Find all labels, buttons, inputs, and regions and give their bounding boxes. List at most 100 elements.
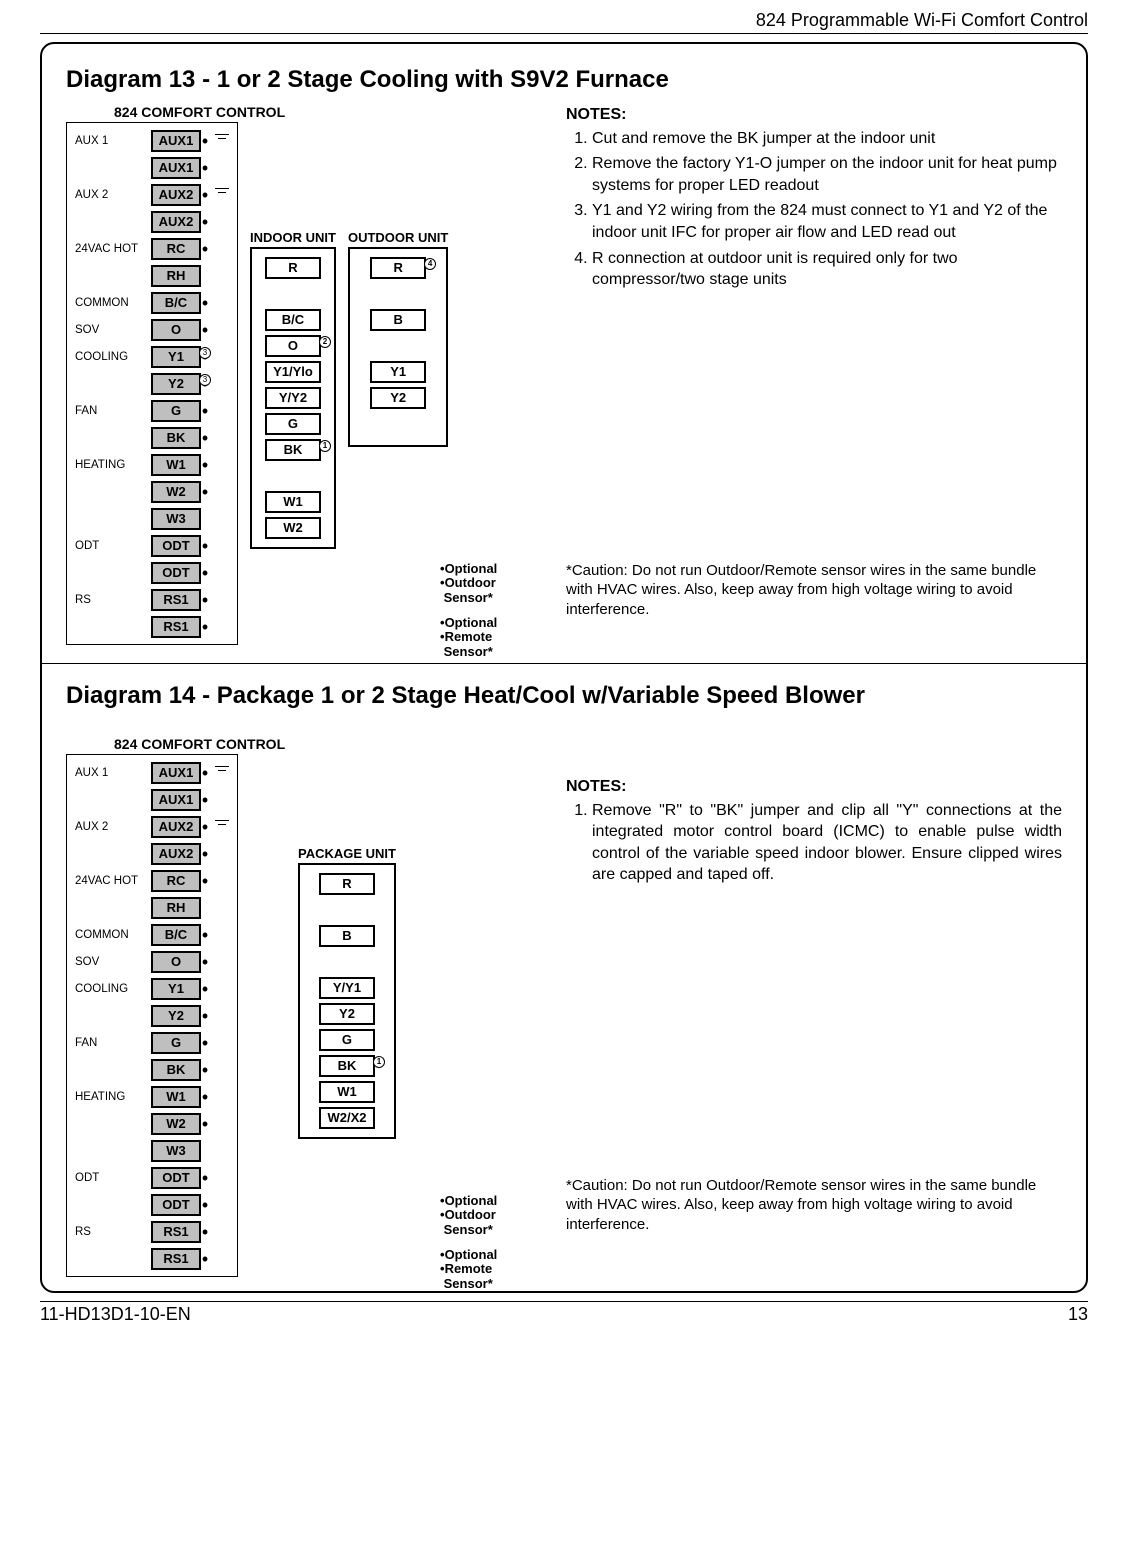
terminal: O bbox=[151, 319, 201, 341]
note-item: R connection at outdoor unit is required… bbox=[592, 248, 1062, 291]
terminal: G bbox=[151, 400, 201, 422]
terminal: ODT bbox=[151, 1167, 201, 1189]
terminal: AUX1 bbox=[151, 157, 201, 179]
d13-opt-outdoor: •Optional •Outdoor Sensor* bbox=[440, 562, 497, 605]
terminal: O2 bbox=[265, 335, 321, 357]
terminal: W1 bbox=[151, 454, 201, 476]
d14-pkg-box: R B Y/Y1 Y2 G BK1 W1 W2/X2 bbox=[298, 863, 396, 1139]
terminal: Y1 bbox=[151, 978, 201, 1000]
d13-outdoor-box: R4 B Y1 Y2 bbox=[348, 247, 448, 447]
d13-opt-remote: •Optional •Remote Sensor* bbox=[440, 616, 497, 659]
note-item: Remove "R" to "BK" jumper and clip all "… bbox=[592, 800, 1062, 886]
d14-opt-outdoor: •Optional •Outdoor Sensor* bbox=[440, 1194, 497, 1237]
terminal: R bbox=[319, 873, 375, 895]
label: ODT bbox=[73, 540, 151, 552]
terminal: ODT bbox=[151, 1194, 201, 1216]
footer-page-number: 13 bbox=[1068, 1304, 1088, 1325]
terminal: Y1/Ylo bbox=[265, 361, 321, 383]
label: AUX 1 bbox=[73, 135, 151, 147]
terminal: B/C bbox=[265, 309, 321, 331]
note-item: Y1 and Y2 wiring from the 824 must conne… bbox=[592, 200, 1062, 243]
d14-ctrl-title: 824 COMFORT CONTROL bbox=[114, 736, 546, 752]
terminal: AUX1 bbox=[151, 789, 201, 811]
terminal: Y2 bbox=[370, 387, 426, 409]
label: COOLING bbox=[73, 351, 151, 363]
footer-doc-id: 11-HD13D1-10-EN bbox=[40, 1304, 191, 1325]
d14-pkg-title: PACKAGE UNIT bbox=[298, 846, 396, 861]
terminal: BK bbox=[151, 427, 201, 449]
terminal: ODT bbox=[151, 562, 201, 584]
terminal: BK bbox=[151, 1059, 201, 1081]
d13-notes-list: Cut and remove the BK jumper at the indo… bbox=[566, 128, 1062, 291]
terminal: RH bbox=[151, 265, 201, 287]
terminal: W3 bbox=[151, 508, 201, 530]
d14-opt-remote: •Optional •Remote Sensor* bbox=[440, 1248, 497, 1291]
terminal: Y2 bbox=[151, 1005, 201, 1027]
terminal: Y13 bbox=[151, 346, 201, 368]
terminal: RC bbox=[151, 238, 201, 260]
terminal: W2 bbox=[151, 1113, 201, 1135]
note-item: Cut and remove the BK jumper at the indo… bbox=[592, 128, 1062, 150]
terminal: Y/Y1 bbox=[319, 977, 375, 999]
d13-control-box: AUX 1AUX1• AUX1• AUX 2AUX2• AUX2• 24VAC … bbox=[66, 122, 238, 645]
d14-caution: *Caution: Do not run Outdoor/Remote sens… bbox=[566, 1176, 1062, 1235]
terminal: W1 bbox=[151, 1086, 201, 1108]
terminal: Y1 bbox=[370, 361, 426, 383]
label: 24VAC HOT bbox=[73, 875, 151, 887]
terminal: B bbox=[370, 309, 426, 331]
label: HEATING bbox=[73, 459, 151, 471]
d13-outdoor-title: OUTDOOR UNIT bbox=[348, 230, 448, 245]
terminal: AUX2 bbox=[151, 211, 201, 233]
terminal: AUX1 bbox=[151, 762, 201, 784]
label: SOV bbox=[73, 956, 151, 968]
terminal: B/C bbox=[151, 924, 201, 946]
terminal: BK1 bbox=[265, 439, 321, 461]
terminal: RS1 bbox=[151, 1248, 201, 1270]
terminal: W2/X2 bbox=[319, 1107, 375, 1129]
diagram13-title: Diagram 13 - 1 or 2 Stage Cooling with S… bbox=[66, 66, 1062, 94]
label: ODT bbox=[73, 1172, 151, 1184]
d14-control-box: AUX 1AUX1• AUX1• AUX 2AUX2• AUX2• 24VAC … bbox=[66, 754, 238, 1277]
label: COMMON bbox=[73, 929, 151, 941]
terminal: RS1 bbox=[151, 616, 201, 638]
terminal: W2 bbox=[265, 517, 321, 539]
label: AUX 1 bbox=[73, 767, 151, 779]
divider bbox=[42, 663, 1086, 664]
terminal: W2 bbox=[151, 481, 201, 503]
terminal: R4 bbox=[370, 257, 426, 279]
terminal: G bbox=[265, 413, 321, 435]
d13-indoor-box: R B/C O2 Y1/Ylo Y/Y2 G BK1 W1 W2 bbox=[250, 247, 336, 549]
terminal: G bbox=[319, 1029, 375, 1051]
label: COOLING bbox=[73, 983, 151, 995]
label: AUX 2 bbox=[73, 189, 151, 201]
d14-notes-list: Remove "R" to "BK" jumper and clip all "… bbox=[566, 800, 1062, 886]
terminal: Y23 bbox=[151, 373, 201, 395]
terminal: ODT bbox=[151, 535, 201, 557]
terminal: W1 bbox=[319, 1081, 375, 1103]
terminal: G bbox=[151, 1032, 201, 1054]
terminal: Y2 bbox=[319, 1003, 375, 1025]
label: FAN bbox=[73, 405, 151, 417]
terminal: W3 bbox=[151, 1140, 201, 1162]
terminal: BK1 bbox=[319, 1055, 375, 1077]
note-item: Remove the factory Y1-O jumper on the in… bbox=[592, 153, 1062, 196]
label: COMMON bbox=[73, 297, 151, 309]
d13-ctrl-title: 824 COMFORT CONTROL bbox=[114, 104, 546, 120]
label: RS bbox=[73, 1226, 151, 1238]
terminal: R bbox=[265, 257, 321, 279]
terminal: AUX1 bbox=[151, 130, 201, 152]
d13-caution: *Caution: Do not run Outdoor/Remote sens… bbox=[566, 561, 1062, 620]
terminal: W1 bbox=[265, 491, 321, 513]
terminal: AUX2 bbox=[151, 843, 201, 865]
d13-indoor-title: INDOOR UNIT bbox=[250, 230, 336, 245]
label: RS bbox=[73, 594, 151, 606]
terminal: AUX2 bbox=[151, 184, 201, 206]
terminal: RS1 bbox=[151, 1221, 201, 1243]
terminal: AUX2 bbox=[151, 816, 201, 838]
label: SOV bbox=[73, 324, 151, 336]
page-header: 824 Programmable Wi-Fi Comfort Control bbox=[40, 10, 1088, 34]
d13-notes-heading: NOTES: bbox=[566, 104, 1062, 126]
terminal: RH bbox=[151, 897, 201, 919]
page-footer: 11-HD13D1-10-EN 13 bbox=[40, 1301, 1088, 1325]
main-frame: Diagram 13 - 1 or 2 Stage Cooling with S… bbox=[40, 42, 1088, 1293]
